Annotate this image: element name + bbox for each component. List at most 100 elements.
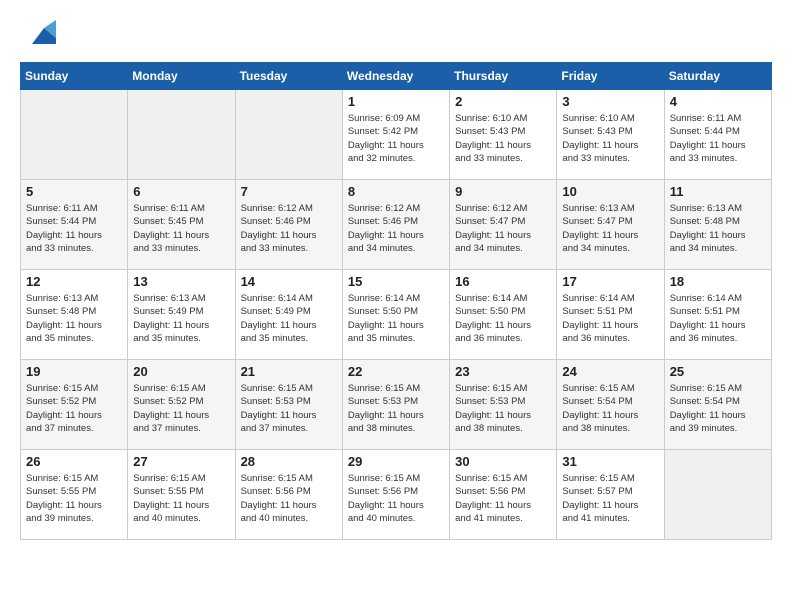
day-info: Sunrise: 6:12 AM Sunset: 5:46 PM Dayligh… <box>241 202 337 255</box>
day-cell-23: 23 Sunrise: 6:15 AM Sunset: 5:53 PM Dayli… <box>450 360 557 450</box>
day-number: 3 <box>562 94 658 109</box>
day-number: 28 <box>241 454 337 469</box>
day-info: Sunrise: 6:11 AM Sunset: 5:44 PM Dayligh… <box>26 202 122 255</box>
day-number: 18 <box>670 274 766 289</box>
day-cell-16: 16 Sunrise: 6:14 AM Sunset: 5:50 PM Dayli… <box>450 270 557 360</box>
day-cell-29: 29 Sunrise: 6:15 AM Sunset: 5:56 PM Dayli… <box>342 450 449 540</box>
day-cell-25: 25 Sunrise: 6:15 AM Sunset: 5:54 PM Dayli… <box>664 360 771 450</box>
day-number: 22 <box>348 364 444 379</box>
day-info: Sunrise: 6:09 AM Sunset: 5:42 PM Dayligh… <box>348 112 444 165</box>
day-cell-6: 6 Sunrise: 6:11 AM Sunset: 5:45 PM Daylig… <box>128 180 235 270</box>
day-info: Sunrise: 6:15 AM Sunset: 5:54 PM Dayligh… <box>670 382 766 435</box>
day-number: 6 <box>133 184 229 199</box>
day-info: Sunrise: 6:14 AM Sunset: 5:51 PM Dayligh… <box>670 292 766 345</box>
day-info: Sunrise: 6:12 AM Sunset: 5:47 PM Dayligh… <box>455 202 551 255</box>
day-cell-14: 14Sunrise: 6:14 AM Sunset: 5:49 PM Dayli… <box>235 270 342 360</box>
day-number: 7 <box>241 184 337 199</box>
week-row-1: 1 Sunrise: 6:09 AM Sunset: 5:42 PM Daylig… <box>21 90 772 180</box>
weekday-header-row: SundayMondayTuesdayWednesdayThursdayFrid… <box>21 63 772 90</box>
day-cell-24: 24 Sunrise: 6:15 AM Sunset: 5:54 PM Dayli… <box>557 360 664 450</box>
day-cell-7: 7 Sunrise: 6:12 AM Sunset: 5:46 PM Daylig… <box>235 180 342 270</box>
day-cell-13: 13Sunrise: 6:13 AM Sunset: 5:49 PM Dayli… <box>128 270 235 360</box>
header <box>20 20 772 52</box>
day-info: Sunrise: 6:13 AM Sunset: 5:48 PM Dayligh… <box>26 292 122 345</box>
day-info: Sunrise: 6:14 AM Sunset: 5:50 PM Dayligh… <box>348 292 444 345</box>
day-info: Sunrise: 6:12 AM Sunset: 5:46 PM Dayligh… <box>348 202 444 255</box>
day-number: 2 <box>455 94 551 109</box>
day-info: Sunrise: 6:11 AM Sunset: 5:44 PM Dayligh… <box>670 112 766 165</box>
day-number: 25 <box>670 364 766 379</box>
day-number: 26 <box>26 454 122 469</box>
week-row-4: 19 Sunrise: 6:15 AM Sunset: 5:52 PM Dayli… <box>21 360 772 450</box>
day-cell-20: 20 Sunrise: 6:15 AM Sunset: 5:52 PM Dayli… <box>128 360 235 450</box>
day-cell-28: 28 Sunrise: 6:15 AM Sunset: 5:56 PM Dayli… <box>235 450 342 540</box>
day-number: 24 <box>562 364 658 379</box>
day-cell-11: 11Sunrise: 6:13 AM Sunset: 5:48 PM Dayli… <box>664 180 771 270</box>
day-number: 1 <box>348 94 444 109</box>
day-number: 27 <box>133 454 229 469</box>
day-cell-1: 1 Sunrise: 6:09 AM Sunset: 5:42 PM Daylig… <box>342 90 449 180</box>
day-number: 19 <box>26 364 122 379</box>
day-info: Sunrise: 6:13 AM Sunset: 5:47 PM Dayligh… <box>562 202 658 255</box>
day-number: 15 <box>348 274 444 289</box>
day-cell-5: 5 Sunrise: 6:11 AM Sunset: 5:44 PM Daylig… <box>21 180 128 270</box>
weekday-header-sunday: Sunday <box>21 63 128 90</box>
day-info: Sunrise: 6:15 AM Sunset: 5:52 PM Dayligh… <box>133 382 229 435</box>
day-cell-27: 27 Sunrise: 6:15 AM Sunset: 5:55 PM Dayli… <box>128 450 235 540</box>
week-row-3: 12 Sunrise: 6:13 AM Sunset: 5:48 PM Dayli… <box>21 270 772 360</box>
day-cell-2: 2 Sunrise: 6:10 AM Sunset: 5:43 PM Daylig… <box>450 90 557 180</box>
day-cell-4: 4Sunrise: 6:11 AM Sunset: 5:44 PM Daylig… <box>664 90 771 180</box>
day-info: Sunrise: 6:15 AM Sunset: 5:55 PM Dayligh… <box>26 472 122 525</box>
day-number: 11 <box>670 184 766 199</box>
day-number: 23 <box>455 364 551 379</box>
weekday-header-thursday: Thursday <box>450 63 557 90</box>
day-info: Sunrise: 6:11 AM Sunset: 5:45 PM Dayligh… <box>133 202 229 255</box>
day-number: 12 <box>26 274 122 289</box>
day-number: 29 <box>348 454 444 469</box>
empty-cell <box>664 450 771 540</box>
week-row-5: 26 Sunrise: 6:15 AM Sunset: 5:55 PM Dayli… <box>21 450 772 540</box>
day-info: Sunrise: 6:14 AM Sunset: 5:51 PM Dayligh… <box>562 292 658 345</box>
day-info: Sunrise: 6:13 AM Sunset: 5:49 PM Dayligh… <box>133 292 229 345</box>
calendar: SundayMondayTuesdayWednesdayThursdayFrid… <box>20 62 772 540</box>
day-info: Sunrise: 6:14 AM Sunset: 5:49 PM Dayligh… <box>241 292 337 345</box>
day-number: 16 <box>455 274 551 289</box>
day-cell-22: 22Sunrise: 6:15 AM Sunset: 5:53 PM Dayli… <box>342 360 449 450</box>
empty-cell <box>235 90 342 180</box>
day-cell-12: 12 Sunrise: 6:13 AM Sunset: 5:48 PM Dayli… <box>21 270 128 360</box>
weekday-header-monday: Monday <box>128 63 235 90</box>
day-number: 20 <box>133 364 229 379</box>
day-number: 30 <box>455 454 551 469</box>
weekday-header-tuesday: Tuesday <box>235 63 342 90</box>
weekday-header-wednesday: Wednesday <box>342 63 449 90</box>
day-cell-19: 19Sunrise: 6:15 AM Sunset: 5:52 PM Dayli… <box>21 360 128 450</box>
empty-cell <box>21 90 128 180</box>
weekday-header-friday: Friday <box>557 63 664 90</box>
day-info: Sunrise: 6:15 AM Sunset: 5:53 PM Dayligh… <box>455 382 551 435</box>
day-info: Sunrise: 6:14 AM Sunset: 5:50 PM Dayligh… <box>455 292 551 345</box>
week-row-2: 5 Sunrise: 6:11 AM Sunset: 5:44 PM Daylig… <box>21 180 772 270</box>
empty-cell <box>128 90 235 180</box>
day-cell-30: 30 Sunrise: 6:15 AM Sunset: 5:56 PM Dayli… <box>450 450 557 540</box>
day-info: Sunrise: 6:10 AM Sunset: 5:43 PM Dayligh… <box>562 112 658 165</box>
day-cell-9: 9Sunrise: 6:12 AM Sunset: 5:47 PM Daylig… <box>450 180 557 270</box>
day-cell-8: 8Sunrise: 6:12 AM Sunset: 5:46 PM Daylig… <box>342 180 449 270</box>
day-number: 10 <box>562 184 658 199</box>
day-info: Sunrise: 6:15 AM Sunset: 5:56 PM Dayligh… <box>348 472 444 525</box>
day-cell-18: 18 Sunrise: 6:14 AM Sunset: 5:51 PM Dayli… <box>664 270 771 360</box>
day-number: 21 <box>241 364 337 379</box>
day-info: Sunrise: 6:15 AM Sunset: 5:55 PM Dayligh… <box>133 472 229 525</box>
day-cell-26: 26 Sunrise: 6:15 AM Sunset: 5:55 PM Dayli… <box>21 450 128 540</box>
weekday-header-saturday: Saturday <box>664 63 771 90</box>
day-cell-21: 21Sunrise: 6:15 AM Sunset: 5:53 PM Dayli… <box>235 360 342 450</box>
logo <box>20 20 56 52</box>
day-number: 17 <box>562 274 658 289</box>
day-info: Sunrise: 6:15 AM Sunset: 5:57 PM Dayligh… <box>562 472 658 525</box>
day-number: 5 <box>26 184 122 199</box>
day-info: Sunrise: 6:15 AM Sunset: 5:56 PM Dayligh… <box>455 472 551 525</box>
day-info: Sunrise: 6:10 AM Sunset: 5:43 PM Dayligh… <box>455 112 551 165</box>
day-info: Sunrise: 6:15 AM Sunset: 5:56 PM Dayligh… <box>241 472 337 525</box>
day-info: Sunrise: 6:15 AM Sunset: 5:54 PM Dayligh… <box>562 382 658 435</box>
day-number: 31 <box>562 454 658 469</box>
day-cell-3: 3 Sunrise: 6:10 AM Sunset: 5:43 PM Daylig… <box>557 90 664 180</box>
